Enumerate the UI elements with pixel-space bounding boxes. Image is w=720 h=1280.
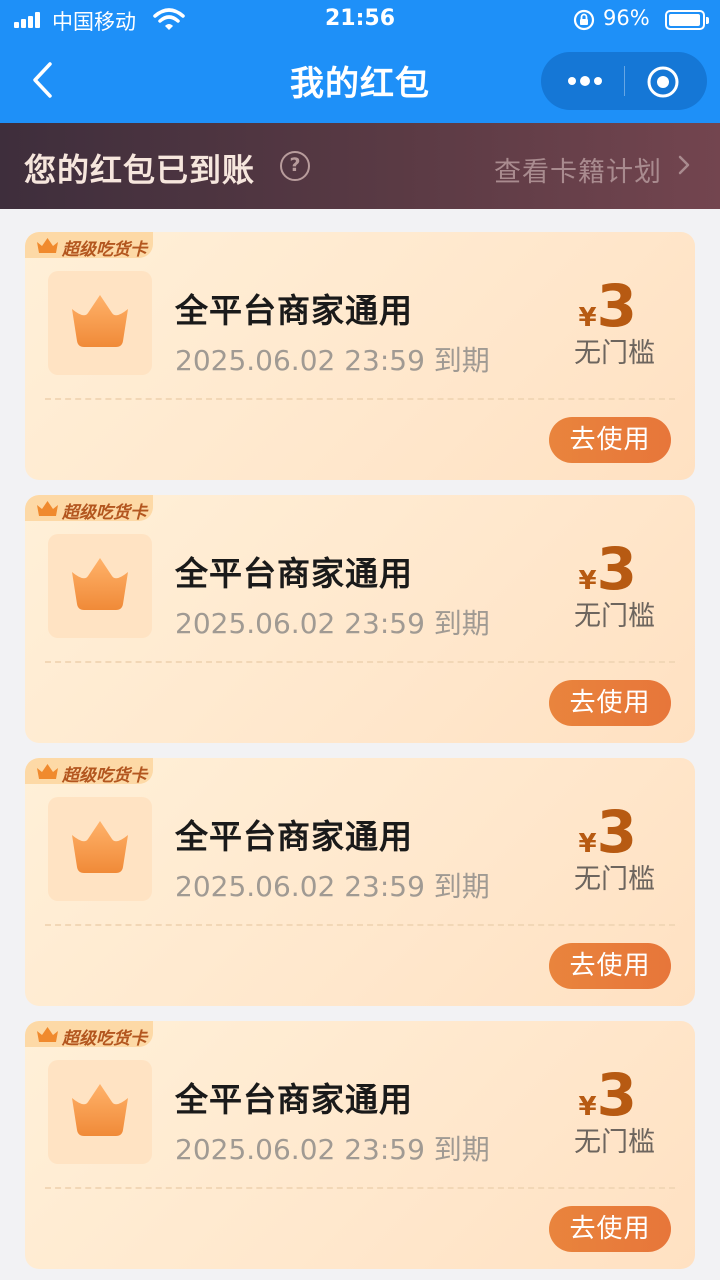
card-title: 全平台商家通用 — [175, 1080, 413, 1119]
card-amount: ¥3 — [579, 539, 637, 599]
banner-title: 您的红包已到账 — [24, 151, 256, 189]
badge-label: 超级吃货卡 — [62, 1029, 147, 1049]
crown-icon — [72, 1084, 128, 1136]
currency-symbol: ¥ — [578, 1092, 597, 1122]
badge-label: 超级吃货卡 — [62, 503, 147, 523]
red-packet-card: 超级吃货卡 全平台商家通用 2025.06.02 23:59 到期 ¥3 无门槛… — [25, 232, 695, 480]
card-title: 全平台商家通用 — [175, 554, 413, 593]
rotation-lock-icon — [573, 9, 595, 31]
battery-icon — [665, 10, 709, 30]
mini-program-capsule — [541, 52, 707, 110]
use-button[interactable]: 去使用 — [549, 680, 671, 726]
capsule-divider — [624, 66, 625, 96]
card-expiry: 2025.06.02 23:59 到期 — [175, 870, 490, 903]
dashed-divider — [45, 398, 675, 400]
card-thumbnail — [48, 797, 152, 901]
amount-value: 3 — [596, 272, 637, 340]
top-bar: 中国移动 21:56 96% 我的红包 — [0, 0, 720, 123]
badge-label: 超级吃货卡 — [62, 240, 147, 260]
status-bar: 中国移动 21:56 96% — [0, 0, 720, 40]
card-expiry: 2025.06.02 23:59 到期 — [175, 607, 490, 640]
currency-symbol: ¥ — [578, 303, 597, 333]
crown-icon — [72, 821, 128, 873]
amount-value: 3 — [596, 535, 637, 603]
help-icon[interactable]: ? — [280, 151, 310, 181]
use-button[interactable]: 去使用 — [549, 943, 671, 989]
crown-icon — [37, 1027, 58, 1042]
card-amount: ¥3 — [579, 1065, 637, 1125]
more-dots-icon[interactable] — [563, 62, 607, 100]
amount-value: 3 — [596, 798, 637, 866]
card-badge: 超级吃货卡 — [25, 758, 153, 786]
currency-symbol: ¥ — [578, 566, 597, 596]
arrival-banner: 您的红包已到账 ? 查看卡籍计划 — [0, 123, 720, 209]
currency-symbol: ¥ — [578, 829, 597, 859]
card-expiry: 2025.06.02 23:59 到期 — [175, 1133, 490, 1166]
card-title: 全平台商家通用 — [175, 817, 413, 856]
card-threshold: 无门槛 — [574, 864, 655, 895]
card-amount: ¥3 — [579, 802, 637, 862]
card-thumbnail — [48, 271, 152, 375]
use-button[interactable]: 去使用 — [549, 417, 671, 463]
card-plan-link[interactable]: 查看卡籍计划 — [494, 150, 662, 189]
card-threshold: 无门槛 — [574, 601, 655, 632]
use-button[interactable]: 去使用 — [549, 1206, 671, 1252]
badge-label: 超级吃货卡 — [62, 766, 147, 786]
card-thumbnail — [48, 1060, 152, 1164]
red-packet-card: 超级吃货卡 全平台商家通用 2025.06.02 23:59 到期 ¥3 无门槛… — [25, 758, 695, 1006]
crown-icon — [72, 295, 128, 347]
card-amount: ¥3 — [579, 276, 637, 336]
card-badge: 超级吃货卡 — [25, 1021, 153, 1049]
card-thumbnail — [48, 534, 152, 638]
red-packet-card: 超级吃货卡 全平台商家通用 2025.06.02 23:59 到期 ¥3 无门槛… — [25, 495, 695, 743]
dashed-divider — [45, 661, 675, 663]
crown-icon — [37, 764, 58, 779]
card-threshold: 无门槛 — [574, 338, 655, 369]
card-title: 全平台商家通用 — [175, 291, 413, 330]
crown-icon — [37, 501, 58, 516]
red-packet-card: 超级吃货卡 全平台商家通用 2025.06.02 23:59 到期 ¥3 无门槛… — [25, 1021, 695, 1269]
card-expiry: 2025.06.02 23:59 到期 — [175, 344, 490, 377]
crown-icon — [37, 238, 58, 253]
amount-value: 3 — [596, 1061, 637, 1129]
crown-icon — [72, 558, 128, 610]
dashed-divider — [45, 1187, 675, 1189]
card-badge: 超级吃货卡 — [25, 232, 153, 260]
dashed-divider — [45, 924, 675, 926]
chevron-right-icon[interactable] — [674, 153, 694, 177]
target-icon[interactable] — [645, 64, 681, 100]
card-threshold: 无门槛 — [574, 1127, 655, 1158]
card-badge: 超级吃货卡 — [25, 495, 153, 523]
battery-percent: 96% — [603, 6, 650, 30]
